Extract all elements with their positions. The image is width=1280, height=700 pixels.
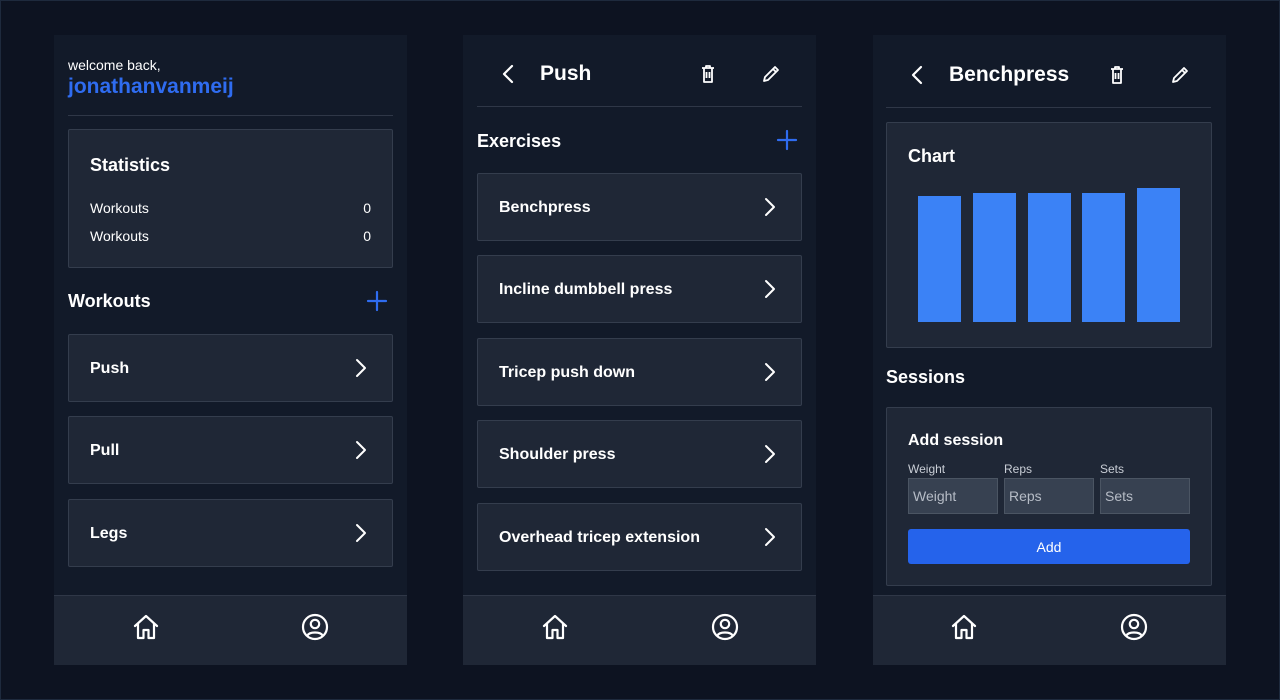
trash-icon[interactable]	[697, 63, 719, 85]
statistics-title: Statistics	[90, 155, 171, 175]
exercise-item[interactable]: Overhead tricep extension	[477, 503, 802, 571]
exercise-item[interactable]: Benchpress	[477, 173, 802, 241]
home-icon[interactable]	[540, 612, 570, 642]
home-screen: welcome back, jonathanvanmeij Statistics…	[54, 35, 407, 665]
workout-label: Pull	[90, 442, 120, 459]
exercise-label: Overhead tricep extension	[499, 529, 700, 546]
add-session-card: Add session Weight Reps Sets Add	[886, 407, 1212, 586]
weight-label: Weight	[908, 462, 946, 476]
chart-bar	[1137, 188, 1180, 322]
workout-item-pull[interactable]: Pull	[68, 416, 393, 484]
back-icon[interactable]	[907, 64, 929, 86]
chevron-right-icon	[765, 363, 775, 381]
sets-input[interactable]	[1100, 478, 1190, 514]
chart-plot-area	[918, 185, 1180, 322]
divider	[886, 107, 1211, 108]
sessions-title: Sessions	[886, 367, 966, 387]
chevron-right-icon	[356, 359, 366, 377]
page-title: Push	[540, 62, 592, 85]
chart-bar	[1082, 193, 1125, 322]
add-exercise-button[interactable]	[776, 129, 798, 151]
home-icon[interactable]	[131, 612, 161, 642]
exercises-title: Exercises	[477, 131, 562, 151]
exercise-item[interactable]: Shoulder press	[477, 420, 802, 488]
bottom-nav	[463, 595, 816, 665]
bottom-nav	[873, 595, 1226, 665]
add-session-title: Add session	[908, 432, 1004, 449]
chevron-right-icon	[765, 198, 775, 216]
sets-label: Sets	[1100, 462, 1125, 476]
chart-title: Chart	[908, 146, 956, 166]
reps-input[interactable]	[1004, 478, 1094, 514]
workout-item-legs[interactable]: Legs	[68, 499, 393, 567]
user-icon[interactable]	[710, 612, 740, 642]
stat-label: Workouts	[90, 200, 149, 216]
stat-value: 0	[363, 200, 371, 216]
statistics-card: Statistics Workouts 0 Workouts 0	[68, 129, 393, 268]
exercise-label: Tricep push down	[499, 364, 636, 381]
workout-screen: Push Exercises Benchpress Incline dumbbe…	[463, 35, 816, 665]
chart-bar	[1028, 193, 1071, 322]
trash-icon[interactable]	[1106, 64, 1128, 86]
chart-bar	[918, 196, 961, 322]
welcome-text: welcome back,	[68, 57, 161, 73]
exercise-label: Benchpress	[499, 199, 591, 216]
add-workout-button[interactable]	[366, 290, 388, 312]
divider	[68, 115, 393, 116]
back-icon[interactable]	[498, 63, 520, 85]
username: jonathanvanmeij	[68, 75, 234, 98]
chevron-right-icon	[356, 441, 366, 459]
exercise-item[interactable]: Incline dumbbell press	[477, 255, 802, 323]
home-icon[interactable]	[949, 612, 979, 642]
stat-label: Workouts	[90, 228, 149, 244]
workout-label: Push	[90, 360, 130, 377]
workout-item-push[interactable]: Push	[68, 334, 393, 402]
chart-bar	[973, 193, 1016, 322]
exercise-label: Shoulder press	[499, 446, 616, 463]
reps-label: Reps	[1004, 462, 1033, 476]
workouts-title: Workouts	[68, 291, 151, 311]
bottom-nav	[54, 595, 407, 665]
chevron-right-icon	[765, 445, 775, 463]
divider	[477, 106, 802, 107]
user-icon[interactable]	[1119, 612, 1149, 642]
chevron-right-icon	[765, 528, 775, 546]
edit-icon[interactable]	[760, 63, 782, 85]
weight-input[interactable]	[908, 478, 998, 514]
exercise-label: Incline dumbbell press	[499, 281, 673, 298]
page-title: Benchpress	[949, 63, 1070, 86]
edit-icon[interactable]	[1169, 64, 1191, 86]
chevron-right-icon	[765, 280, 775, 298]
chart-card: Chart	[886, 122, 1212, 348]
exercise-item[interactable]: Tricep push down	[477, 338, 802, 406]
chevron-right-icon	[356, 524, 366, 542]
stat-value: 0	[363, 228, 371, 244]
user-icon[interactable]	[300, 612, 330, 642]
exercise-screen: Benchpress Chart Sessions Add session We…	[873, 35, 1226, 665]
workout-label: Legs	[90, 525, 128, 542]
add-session-button[interactable]: Add	[908, 529, 1190, 564]
